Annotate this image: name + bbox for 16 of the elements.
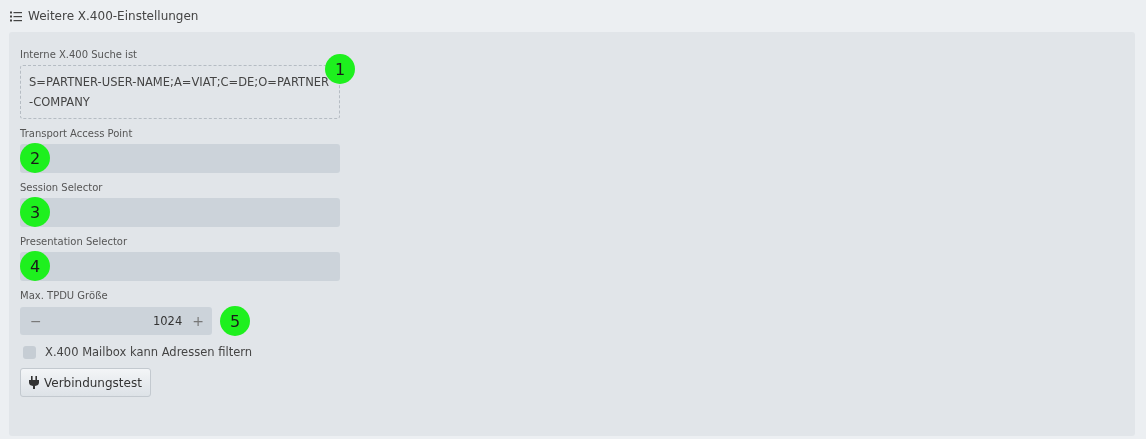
field-label: Interne X.400 Suche ist — [20, 49, 139, 60]
input-field[interactable] — [20, 144, 340, 173]
checkbox-label: X.400 Mailbox kann Adressen filtern — [45, 345, 253, 359]
checkbox[interactable] — [23, 345, 36, 359]
number-marker: 5 — [220, 306, 250, 336]
stepper-value: 1024 — [152, 314, 184, 328]
input-field[interactable] — [20, 252, 340, 281]
field-label: Max. TPDU Größe — [20, 290, 109, 301]
connection-test-button[interactable]: Verbindungstest — [20, 368, 151, 397]
field-label: Session Selector — [20, 182, 104, 193]
section-title: Weitere X.400-Einstellungen — [28, 9, 199, 23]
field-label: Transport Access Point — [20, 128, 134, 139]
field-label: Presentation Selector — [20, 236, 129, 247]
input-field[interactable] — [20, 198, 340, 227]
plug-icon — [29, 376, 39, 389]
list-icon — [10, 10, 22, 22]
